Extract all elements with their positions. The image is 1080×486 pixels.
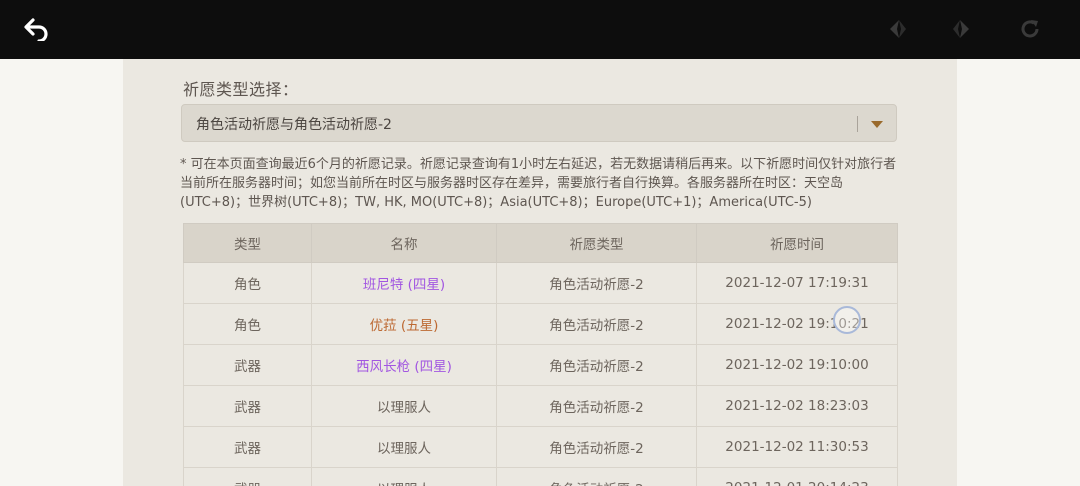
back-button[interactable] (22, 14, 52, 44)
cell-type: 角色 (183, 262, 312, 304)
table-row: 武器 以理服人 角色活动祈愿-2 2021-12-02 11:30:53 (183, 426, 898, 468)
cell-type: 武器 (183, 426, 312, 468)
table-row: 角色 优菈 (五星) 角色活动祈愿-2 2021-12-02 19:10:21 (183, 303, 898, 345)
cell-name: 以理服人 (311, 467, 497, 486)
cell-name: 班尼特 (四星) (311, 262, 497, 304)
cell-time: 2021-12-07 17:19:31 (696, 262, 898, 304)
next-diamond-icon (953, 20, 969, 38)
table-row: 武器 以理服人 角色活动祈愿-2 2021-12-01 20:14:23 (183, 467, 898, 486)
cell-time: 2021-12-02 11:30:53 (696, 426, 898, 468)
refresh-button[interactable] (1015, 14, 1045, 44)
table-row: 武器 西风长枪 (四星) 角色活动祈愿-2 2021-12-02 19:10:0… (183, 344, 898, 386)
cell-wish-type: 角色活动祈愿-2 (496, 426, 697, 468)
cell-time: 2021-12-02 19:10:00 (696, 344, 898, 386)
table-row: 武器 以理服人 角色活动祈愿-2 2021-12-02 18:23:03 (183, 385, 898, 427)
cell-wish-type: 角色活动祈愿-2 (496, 344, 697, 386)
wish-type-label: 祈愿类型选择： (183, 80, 299, 99)
header-wish-time: 祈愿时间 (696, 223, 898, 263)
cell-wish-type: 角色活动祈愿-2 (496, 385, 697, 427)
header-type: 类型 (183, 223, 312, 263)
wish-records-table: 类型 名称 祈愿类型 祈愿时间 角色 班尼特 (四星) 角色活动祈愿-2 202… (183, 223, 898, 486)
header-name: 名称 (311, 223, 497, 263)
prev-diamond-icon (890, 20, 906, 38)
cell-name: 优菈 (五星) (311, 303, 497, 345)
cell-time: 2021-12-02 19:10:21 (696, 303, 898, 345)
cell-type: 武器 (183, 467, 312, 486)
cell-type: 角色 (183, 303, 312, 345)
timezone-note: * 可在本页面查询最近6个月的祈愿记录。祈愿记录查询有1小时左右延迟，若无数据请… (180, 157, 897, 210)
wish-type-selected-value: 角色活动祈愿与角色活动祈愿-2 (196, 117, 392, 133)
cell-name: 以理服人 (311, 385, 497, 427)
cell-wish-type: 角色活动祈愿-2 (496, 262, 697, 304)
cell-wish-type: 角色活动祈愿-2 (496, 303, 697, 345)
cell-type: 武器 (183, 385, 312, 427)
cell-name: 西风长枪 (四星) (311, 344, 497, 386)
select-divider (857, 116, 858, 132)
cell-time: 2021-12-02 18:23:03 (696, 385, 898, 427)
next-button[interactable] (947, 14, 977, 44)
table-header-row: 类型 名称 祈愿类型 祈愿时间 (183, 223, 898, 263)
cell-time: 2021-12-01 20:14:23 (696, 467, 898, 486)
header-wish-type: 祈愿类型 (496, 223, 697, 263)
touch-indicator (833, 306, 861, 334)
wish-history-panel: 祈愿类型选择： 角色活动祈愿与角色活动祈愿-2 * 可在本页面查询最近6个月的祈… (123, 59, 957, 486)
top-toolbar (0, 0, 1080, 59)
undo-arrow-icon (24, 18, 48, 41)
chevron-down-icon (871, 121, 883, 128)
table-row: 角色 班尼特 (四星) 角色活动祈愿-2 2021-12-07 17:19:31 (183, 262, 898, 304)
cell-type: 武器 (183, 344, 312, 386)
cell-wish-type: 角色活动祈愿-2 (496, 467, 697, 486)
wish-type-select[interactable]: 角色活动祈愿与角色活动祈愿-2 (181, 104, 897, 142)
prev-button[interactable] (882, 14, 912, 44)
refresh-icon (1021, 20, 1039, 38)
cell-name: 以理服人 (311, 426, 497, 468)
